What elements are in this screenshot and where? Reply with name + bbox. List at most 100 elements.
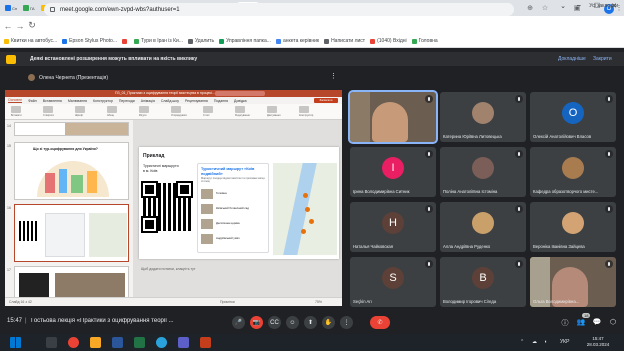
thumb-qr bbox=[19, 221, 39, 241]
more-options-button[interactable]: ⋮ bbox=[340, 316, 353, 329]
participant-tile[interactable]: Катерина Юріївна Литовецька bbox=[440, 92, 526, 142]
participant-tile[interactable]: Кафедра образотворчого мисте... bbox=[530, 147, 616, 197]
zoom-level[interactable]: 75% bbox=[315, 300, 322, 304]
forward-icon[interactable]: → bbox=[14, 21, 26, 31]
participant-tile[interactable]: Ольга Володимирівна... bbox=[530, 257, 616, 307]
menu-tab[interactable]: Рецензування bbox=[185, 99, 208, 103]
bookmark-item[interactable]: Epson Stylus Photo... bbox=[62, 38, 117, 44]
notes-placeholder[interactable]: Щоб додати нотатки, клацніть тут bbox=[141, 267, 196, 271]
bookmark-item[interactable]: Квитки на автобус... bbox=[4, 38, 57, 44]
bookmark-item[interactable]: Написати лист bbox=[324, 38, 365, 44]
slide-counter: Слайд 16 з 42 bbox=[9, 300, 32, 304]
taskbar-search-icon[interactable] bbox=[46, 337, 57, 348]
banner-details-link[interactable]: Докладніше bbox=[558, 56, 586, 62]
banner-close-link[interactable]: Закрити bbox=[593, 56, 612, 62]
slide-thumbnail-16[interactable] bbox=[14, 204, 129, 262]
ribbon-button[interactable] bbox=[43, 106, 53, 113]
ribbon-button[interactable] bbox=[171, 106, 181, 113]
participant-tile[interactable]: В Володимир Ігорович Сігеда bbox=[440, 257, 526, 307]
extension-icon[interactable]: ⊕ bbox=[525, 4, 535, 12]
slide-thumbnail-15[interactable]: Що зі тур-оцифрування для України? bbox=[14, 142, 129, 200]
participant-tile[interactable]: Н Наталья Чайковская bbox=[350, 202, 436, 252]
tray-arrow-icon[interactable]: ⌃ bbox=[520, 339, 524, 345]
bookmark-item[interactable]: анкета керівник bbox=[275, 38, 319, 44]
participant-tile[interactable]: І Ірина Володимирівна Ситник bbox=[350, 147, 436, 197]
menu-tab[interactable]: Довідка bbox=[234, 99, 247, 103]
browser-tab[interactable]: Сн bbox=[3, 2, 20, 14]
browser-tab[interactable]: ГА bbox=[21, 2, 38, 14]
menu-tab[interactable]: Переходи bbox=[119, 99, 135, 103]
back-icon[interactable]: ← bbox=[2, 21, 14, 31]
powerpoint-titlebar: ПЗ_01_Практики з оцифрування теорії мист… bbox=[5, 90, 342, 97]
ribbon-button[interactable] bbox=[107, 106, 117, 113]
bookmark-item[interactable] bbox=[121, 38, 129, 44]
record-button[interactable]: Записати bbox=[314, 98, 338, 103]
tab-search-icon[interactable]: ⌄ bbox=[556, 2, 570, 10]
menu-tab[interactable]: Конструктор bbox=[93, 99, 113, 103]
taskbar-start-icon[interactable] bbox=[10, 337, 21, 348]
taskbar-word-icon[interactable] bbox=[112, 337, 123, 348]
slide-thumbnail-17[interactable] bbox=[14, 266, 129, 300]
participant-tile[interactable]: S Seçkin Arı bbox=[350, 257, 436, 307]
camera-button[interactable]: 📷 bbox=[250, 316, 263, 329]
current-slide[interactable]: Приклад Туристичні маршрути в м. Київ Ту… bbox=[139, 147, 339, 259]
participant-tile[interactable]: Поліна Анатоліївна Істоміна bbox=[440, 147, 526, 197]
ribbon-button[interactable] bbox=[203, 106, 213, 113]
presenter-label: Олена Чернета (Презентація) bbox=[28, 74, 108, 81]
bookmark-item[interactable]: Тури в Іран із Ки... bbox=[133, 38, 183, 44]
bookmark-item[interactable]: Управління папка... bbox=[219, 38, 271, 44]
ribbon-button[interactable] bbox=[11, 106, 21, 113]
activities-icon[interactable]: ⬡ bbox=[608, 318, 618, 326]
leave-call-button[interactable]: ✆ bbox=[370, 316, 390, 329]
volume-icon[interactable]: ◖ bbox=[544, 339, 547, 345]
menu-tab-home[interactable]: Основне bbox=[8, 98, 23, 103]
participant-tile[interactable]: Алла Андріївна Руденко bbox=[440, 202, 526, 252]
ribbon-button[interactable] bbox=[75, 106, 85, 113]
meeting-details-icon[interactable]: ⓘ bbox=[560, 318, 570, 328]
menu-tab[interactable]: Файл bbox=[28, 99, 37, 103]
slide-thumbnail-14[interactable] bbox=[14, 122, 129, 136]
side-panel-icon[interactable]: ▣ bbox=[572, 4, 582, 12]
reactions-button[interactable]: ☺ bbox=[286, 316, 299, 329]
taskbar-telegram-icon[interactable] bbox=[156, 337, 167, 348]
chat-icon[interactable]: 💬 bbox=[592, 318, 602, 326]
menu-tab[interactable]: Слайд-шоу bbox=[161, 99, 179, 103]
address-bar[interactable]: meet.google.com/ewn-zvpd-wbs?authuser=1 bbox=[44, 3, 514, 16]
participant-tile[interactable]: Вероніка Іванівна Зайцева bbox=[530, 202, 616, 252]
present-button[interactable]: ⬆ bbox=[304, 316, 317, 329]
network-icon[interactable]: ☁ bbox=[532, 339, 537, 345]
menu-tab[interactable]: Анімація bbox=[141, 99, 155, 103]
language-indicator[interactable]: УКР bbox=[560, 339, 569, 345]
bookmark-item[interactable]: Головна bbox=[411, 38, 438, 44]
people-icon[interactable]: 👥 bbox=[576, 318, 586, 326]
menu-tab[interactable]: Подання bbox=[214, 99, 228, 103]
menu-tab[interactable]: Вставлення bbox=[43, 99, 62, 103]
site-info-icon[interactable] bbox=[50, 7, 55, 12]
participant-tile[interactable]: О Олексій Анатолійович Власов bbox=[530, 92, 616, 142]
taskbar-chrome-icon[interactable] bbox=[68, 337, 79, 348]
bookmark-star-icon[interactable]: ☆ bbox=[540, 4, 550, 12]
taskbar-excel-icon[interactable] bbox=[134, 337, 145, 348]
menu-tab[interactable]: Малювання bbox=[68, 99, 87, 103]
notes-button[interactable]: Примітки bbox=[220, 300, 235, 304]
ribbon-button[interactable] bbox=[235, 106, 245, 113]
taskbar-teams-icon[interactable] bbox=[178, 337, 189, 348]
mic-button[interactable]: 🎤 bbox=[232, 316, 245, 329]
bookmark-item[interactable]: (1040) Вхідні bbox=[370, 38, 407, 44]
taskbar-explorer-icon[interactable] bbox=[90, 337, 101, 348]
participant-tile[interactable] bbox=[348, 90, 438, 144]
raise-hand-button[interactable]: ✋ bbox=[322, 316, 335, 329]
all-bookmarks-button[interactable]: Усі закладки bbox=[589, 3, 618, 9]
taskbar-clock[interactable]: 15:47 28.03.2024 bbox=[583, 336, 613, 348]
reload-icon[interactable]: ↻ bbox=[26, 20, 38, 31]
ribbon-button[interactable] bbox=[267, 106, 277, 113]
bookmark-item[interactable]: Удалить bbox=[187, 38, 214, 44]
thumb-number: 17 bbox=[7, 268, 11, 272]
ribbon-button[interactable] bbox=[299, 106, 309, 113]
powerpoint-search-box[interactable] bbox=[215, 91, 265, 96]
participant-name: Володимир Ігорович Сігеда bbox=[443, 299, 497, 304]
taskbar-powerpoint-icon[interactable] bbox=[200, 337, 211, 348]
ribbon-button[interactable] bbox=[139, 106, 149, 113]
presentation-more-icon[interactable]: ⋮ bbox=[330, 72, 337, 80]
captions-button[interactable]: CC bbox=[268, 316, 281, 329]
